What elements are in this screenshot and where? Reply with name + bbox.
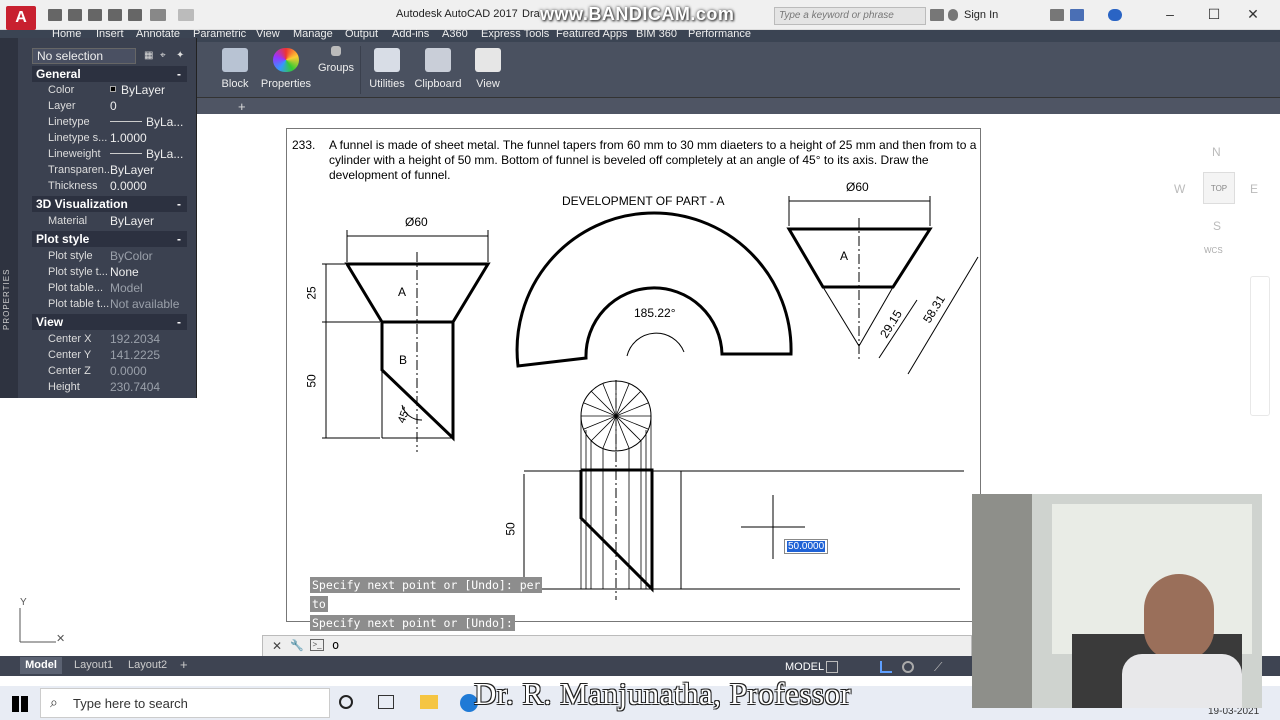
dim-angle-185: 185.22° xyxy=(634,306,676,320)
osnap-icon[interactable]: ⟋ xyxy=(934,661,946,673)
command-prompt-icon[interactable]: >_ xyxy=(310,639,324,651)
ucs-y-label: Y xyxy=(20,597,27,608)
viewcube-north[interactable]: N xyxy=(1212,145,1221,159)
webcam-wall xyxy=(972,494,1032,708)
tab-layout2[interactable]: Layout2 xyxy=(128,659,167,671)
navigation-bar[interactable] xyxy=(1250,276,1270,416)
wcs-menu[interactable]: WCS xyxy=(1204,246,1223,255)
command-line-bar[interactable] xyxy=(262,635,972,657)
presenter-face xyxy=(1144,574,1214,660)
presenter-shirt xyxy=(1122,654,1242,708)
grid-icon[interactable] xyxy=(826,661,838,673)
dim-diameter-left: Ø60 xyxy=(405,215,428,229)
search-icon: ⌕ xyxy=(50,694,58,710)
webcam-video-overlay xyxy=(972,494,1262,708)
ucs-x-label: ✕ xyxy=(56,633,66,645)
viewcube-south[interactable]: S xyxy=(1213,219,1221,233)
command-history-line: Specify next point or [Undo]: per xyxy=(310,577,543,593)
file-explorer-icon[interactable] xyxy=(420,695,438,709)
dimension-line xyxy=(907,256,979,375)
development-part-a xyxy=(515,211,793,368)
angle-arc-dev xyxy=(626,332,685,357)
tab-layout1[interactable]: Layout1 xyxy=(74,659,113,671)
dim-diameter-right: Ø60 xyxy=(846,180,869,194)
presenter-watermark: Dr. R. Manjunatha, Professor xyxy=(474,676,852,711)
construction-line xyxy=(822,286,860,347)
viewcube-west[interactable]: W xyxy=(1174,182,1185,196)
part-label-a: A xyxy=(398,285,407,299)
part-label-b: B xyxy=(399,353,408,367)
model-space-status[interactable]: MODEL xyxy=(785,661,824,673)
viewcube-east[interactable]: E xyxy=(1250,182,1258,196)
dim-height-25: 25 xyxy=(304,286,319,300)
part-label-a-right: A xyxy=(840,249,849,263)
close-command-icon[interactable]: ✕ xyxy=(272,639,282,653)
dynamic-input-box[interactable]: 50.0000 xyxy=(784,539,828,554)
task-view-icon[interactable] xyxy=(378,695,394,709)
cortana-icon[interactable] xyxy=(339,695,353,709)
ortho-icon[interactable] xyxy=(880,661,892,673)
viewcube-top-face[interactable]: TOP xyxy=(1203,172,1235,204)
tab-model[interactable]: Model xyxy=(20,657,62,674)
command-input[interactable]: o xyxy=(332,638,339,652)
dim-height-50: 50 xyxy=(304,374,319,388)
dynamic-input-value: 50.0000 xyxy=(787,541,826,552)
command-history-line: to xyxy=(310,596,328,612)
polar-icon[interactable] xyxy=(902,661,914,673)
customize-icon[interactable]: 🔧 xyxy=(290,639,304,652)
taskbar-search-placeholder: Type here to search xyxy=(73,696,188,711)
development-title: DEVELOPMENT OF PART - A xyxy=(562,194,725,208)
command-history-line: Specify next point or [Undo]: xyxy=(310,615,515,631)
add-layout-icon[interactable]: + xyxy=(180,657,188,672)
windows-start-icon[interactable] xyxy=(12,696,28,712)
dim-height-50-lower: 50 xyxy=(503,522,518,536)
